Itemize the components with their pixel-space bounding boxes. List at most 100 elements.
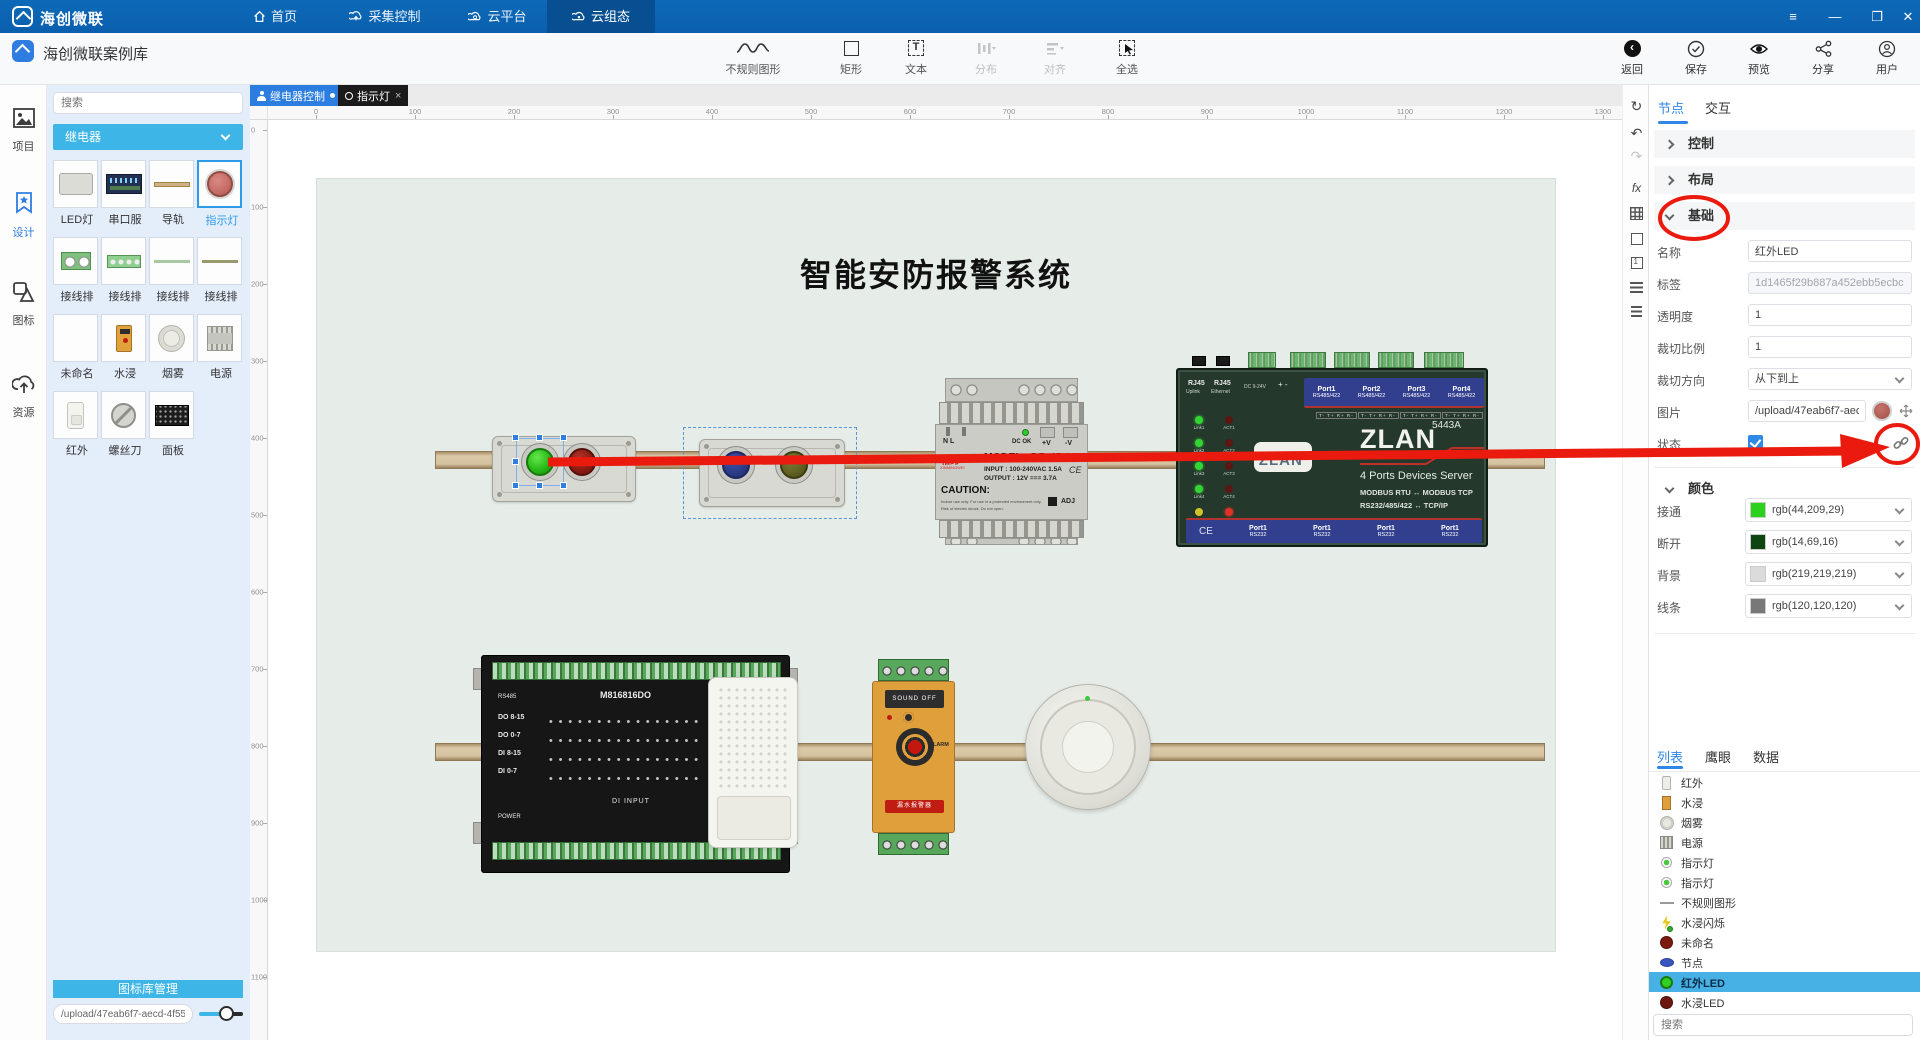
tool-align[interactable]: 对齐	[1024, 38, 1086, 77]
inspector-tab-interaction[interactable]: 交互	[1705, 98, 1731, 117]
sidebar-item-resources[interactable]: 资源	[0, 373, 47, 420]
water-led-dark-red[interactable]	[563, 443, 601, 481]
function-icon[interactable]: fx	[1623, 181, 1650, 195]
library-item[interactable]: 水浸	[101, 314, 146, 380]
canvas-tab-indicator[interactable]: 指示灯 ×	[338, 85, 409, 106]
library-item[interactable]: 未命名	[53, 314, 98, 380]
action-preview[interactable]: 预览	[1736, 39, 1782, 77]
layer-item[interactable]: 水浸LED	[1649, 992, 1920, 1012]
layer-list-icon[interactable]	[1623, 280, 1650, 296]
tool-distribute[interactable]: 分布	[955, 38, 1017, 77]
inspector-tab-node[interactable]: 节点	[1658, 98, 1684, 117]
library-item[interactable]: 螺丝刀	[101, 391, 146, 457]
bind-link-icon[interactable]	[1892, 434, 1910, 452]
redo-icon[interactable]: ↷	[1623, 148, 1650, 165]
smoke-detector[interactable]	[1025, 684, 1151, 810]
canvas-tab-relay-control[interactable]: 继电器控制	[250, 85, 342, 106]
library-item[interactable]: 红外	[53, 391, 98, 457]
tool-rectangle[interactable]: 矩形	[820, 38, 882, 77]
section-basic[interactable]: 基础	[1654, 202, 1915, 230]
layers-search-input[interactable]	[1653, 1014, 1913, 1036]
undo-icon[interactable]: ↶	[1623, 125, 1650, 142]
name-input[interactable]	[1748, 240, 1912, 262]
library-item[interactable]: 导轨	[149, 160, 194, 226]
selection-handle[interactable]	[512, 482, 519, 489]
pir-wall-sensor[interactable]	[708, 677, 798, 848]
selection-handle[interactable]	[536, 482, 543, 489]
action-share[interactable]: 分享	[1800, 39, 1846, 77]
layer-item[interactable]: 指示灯	[1649, 852, 1920, 872]
nav-home[interactable]: 首页	[240, 0, 310, 33]
section-control[interactable]: 控制	[1654, 130, 1915, 158]
zlan-serial-server[interactable]: Port1 RS485/422 Port2 RS485/422 Port3 RS485/4…	[1176, 368, 1488, 547]
image-preview-swatch[interactable]	[1872, 401, 1892, 421]
layer-item[interactable]: 节点	[1649, 952, 1920, 972]
library-search-input[interactable]	[53, 92, 243, 114]
water-alarm-device[interactable]: SOUND OFF ALARM 漏水报警器	[872, 659, 955, 857]
actual-size-icon[interactable]	[1623, 256, 1650, 272]
library-item[interactable]: 指示灯	[197, 160, 242, 227]
library-item[interactable]: LED灯	[53, 160, 98, 226]
tag-input[interactable]	[1748, 272, 1912, 294]
zoom-slider[interactable]	[199, 1006, 243, 1021]
library-path-input[interactable]	[53, 1004, 193, 1024]
maximize-button[interactable]: ❐	[1862, 0, 1892, 33]
selection-handle[interactable]	[560, 434, 567, 441]
close-button[interactable]: ✕	[1893, 0, 1920, 33]
crop-ratio-input[interactable]	[1748, 336, 1912, 358]
state-checkbox[interactable]	[1748, 435, 1763, 450]
layer-item[interactable]: 不规则图形	[1649, 892, 1920, 912]
selection-handle[interactable]	[536, 434, 543, 441]
sidebar-item-design[interactable]: 设计	[0, 191, 47, 240]
library-item[interactable]: 串口服	[101, 160, 146, 226]
library-item[interactable]: 接线排	[197, 237, 242, 303]
sidebar-item-projects[interactable]: 项目	[0, 107, 47, 154]
sidebar-item-icons[interactable]: 图标	[0, 281, 47, 328]
nav-collect-control[interactable]: 采集控制	[335, 0, 435, 33]
grid-icon[interactable]	[1623, 207, 1650, 223]
opacity-input[interactable]	[1748, 304, 1912, 326]
library-item[interactable]: 电源	[197, 314, 242, 380]
action-save[interactable]: 保存	[1673, 39, 1719, 77]
fit-screen-icon[interactable]	[1623, 232, 1650, 248]
layer-item[interactable]: 指示灯	[1649, 872, 1920, 892]
icon-library-manage-button[interactable]: 图标库管理	[53, 980, 243, 998]
library-item[interactable]: 接线排	[101, 237, 146, 303]
color-picker[interactable]: rgb(14,69,16)	[1745, 530, 1912, 554]
library-item[interactable]: 面板	[149, 391, 194, 457]
layer-item[interactable]: 水浸闪烁	[1649, 912, 1920, 932]
color-picker[interactable]: rgb(44,209,29)	[1745, 498, 1912, 522]
layers-tab-list[interactable]: 列表	[1657, 747, 1683, 766]
action-user[interactable]: 用户	[1864, 39, 1910, 77]
layer-item[interactable]: 水浸	[1649, 792, 1920, 812]
layers-tab-data[interactable]: 数据	[1753, 747, 1779, 766]
color-picker[interactable]: rgb(120,120,120)	[1745, 594, 1912, 618]
crop-direction-select[interactable]: 从下到上	[1748, 368, 1912, 390]
library-item[interactable]: 接线排	[149, 237, 194, 303]
layer-item[interactable]: 红外LED	[1649, 972, 1920, 992]
layer-item[interactable]: 红外	[1649, 772, 1920, 792]
tool-text[interactable]: T 文本	[885, 38, 947, 77]
tool-irregular-shape[interactable]: 不规则图形	[722, 38, 784, 77]
selection-handle[interactable]	[512, 434, 519, 441]
layers-tab-overview[interactable]: 鹰眼	[1705, 747, 1731, 766]
refresh-icon[interactable]: ↻	[1623, 98, 1650, 115]
layer-item[interactable]: 烟雾	[1649, 812, 1920, 832]
slider-knob[interactable]	[219, 1006, 234, 1021]
library-item[interactable]: 接线排	[53, 237, 98, 303]
selection-handle[interactable]	[560, 458, 567, 465]
library-category-header[interactable]: 继电器	[53, 124, 243, 150]
layer-item[interactable]: 电源	[1649, 832, 1920, 852]
power-supply-dr45[interactable]: N L DC OK +V -V 相纬 XINMINGWEI MODEL : DR…	[935, 378, 1088, 545]
color-picker[interactable]: rgb(219,219,219)	[1745, 562, 1912, 586]
close-tab-icon[interactable]: ×	[395, 90, 401, 102]
layer-item[interactable]: 未命名	[1649, 932, 1920, 952]
menu-button[interactable]: ≡	[1778, 0, 1808, 33]
tool-select-all[interactable]: 全选	[1096, 38, 1158, 77]
image-path-input[interactable]	[1748, 400, 1866, 422]
outdent-icon[interactable]	[1623, 304, 1650, 320]
section-layout[interactable]: 布局	[1654, 166, 1915, 194]
library-item[interactable]: 烟雾	[149, 314, 194, 380]
action-back[interactable]: ‹ 返回	[1609, 39, 1655, 77]
nav-cloud-configuration[interactable]: 云组态	[547, 0, 655, 33]
